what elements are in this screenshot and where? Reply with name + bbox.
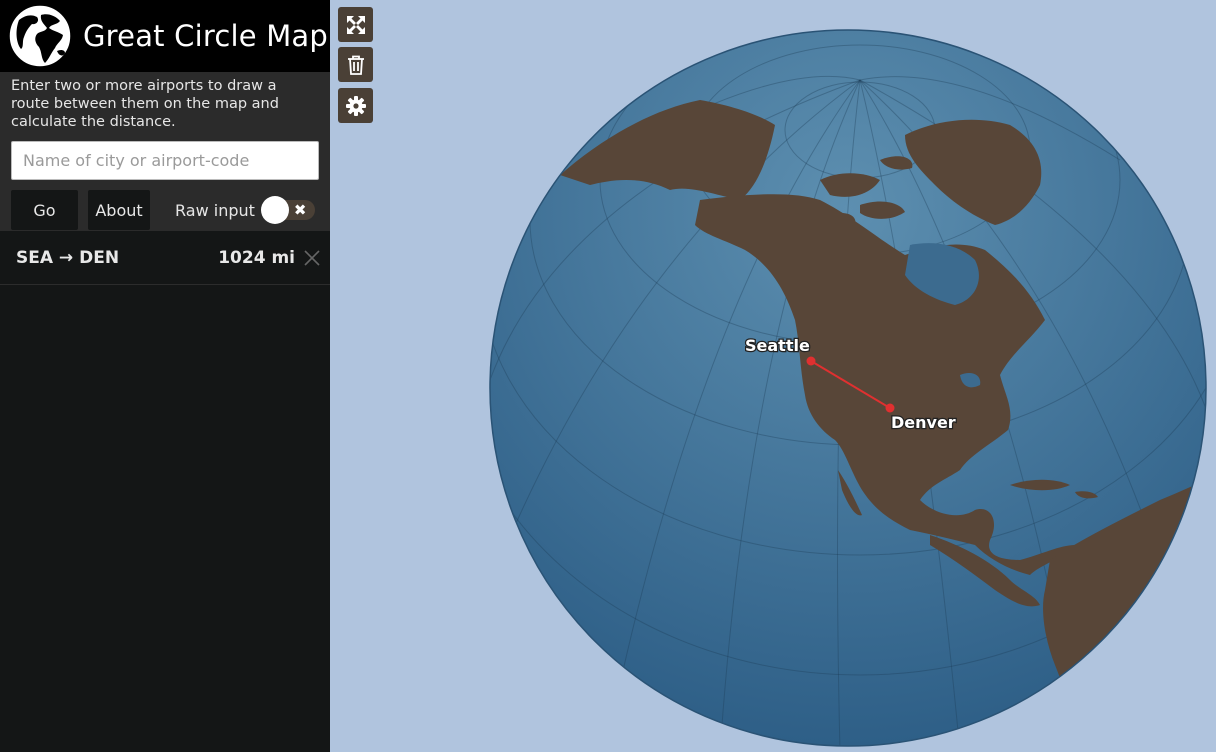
route-distance: 1024 mi bbox=[218, 247, 295, 268]
intro-text: Enter two or more airports to draw a rou… bbox=[11, 78, 279, 130]
route-label: SEA → DEN bbox=[16, 247, 120, 268]
seattle-label: Seattle bbox=[745, 336, 810, 355]
raw-input-toggle[interactable]: ✖ bbox=[260, 196, 319, 224]
route-item[interactable]: SEA → DEN 1024 mi bbox=[0, 231, 330, 285]
about-button[interactable]: About bbox=[88, 190, 150, 230]
toggle-off-icon: ✖ bbox=[293, 201, 307, 219]
toggle-knob bbox=[260, 196, 289, 224]
sidebar: Great Circle Map Enter two or more airpo… bbox=[0, 0, 330, 752]
airport-search-input[interactable] bbox=[11, 141, 319, 180]
app-title: Great Circle Map bbox=[83, 19, 329, 53]
route-list: SEA → DEN 1024 mi bbox=[0, 231, 330, 285]
controls-row: Go About Raw input ✖ bbox=[11, 190, 319, 230]
raw-input-label: Raw input bbox=[175, 200, 255, 220]
denver-marker[interactable] bbox=[885, 403, 895, 413]
app-header: Great Circle Map bbox=[0, 0, 330, 72]
globe-map[interactable]: Seattle Denver bbox=[330, 0, 1216, 752]
go-button[interactable]: Go bbox=[11, 190, 78, 230]
seattle-marker[interactable] bbox=[806, 356, 816, 366]
denver-label: Denver bbox=[891, 413, 956, 432]
input-panel: Enter two or more airports to draw a rou… bbox=[0, 72, 330, 231]
globe-logo-icon bbox=[8, 4, 72, 68]
close-icon[interactable] bbox=[302, 248, 322, 268]
